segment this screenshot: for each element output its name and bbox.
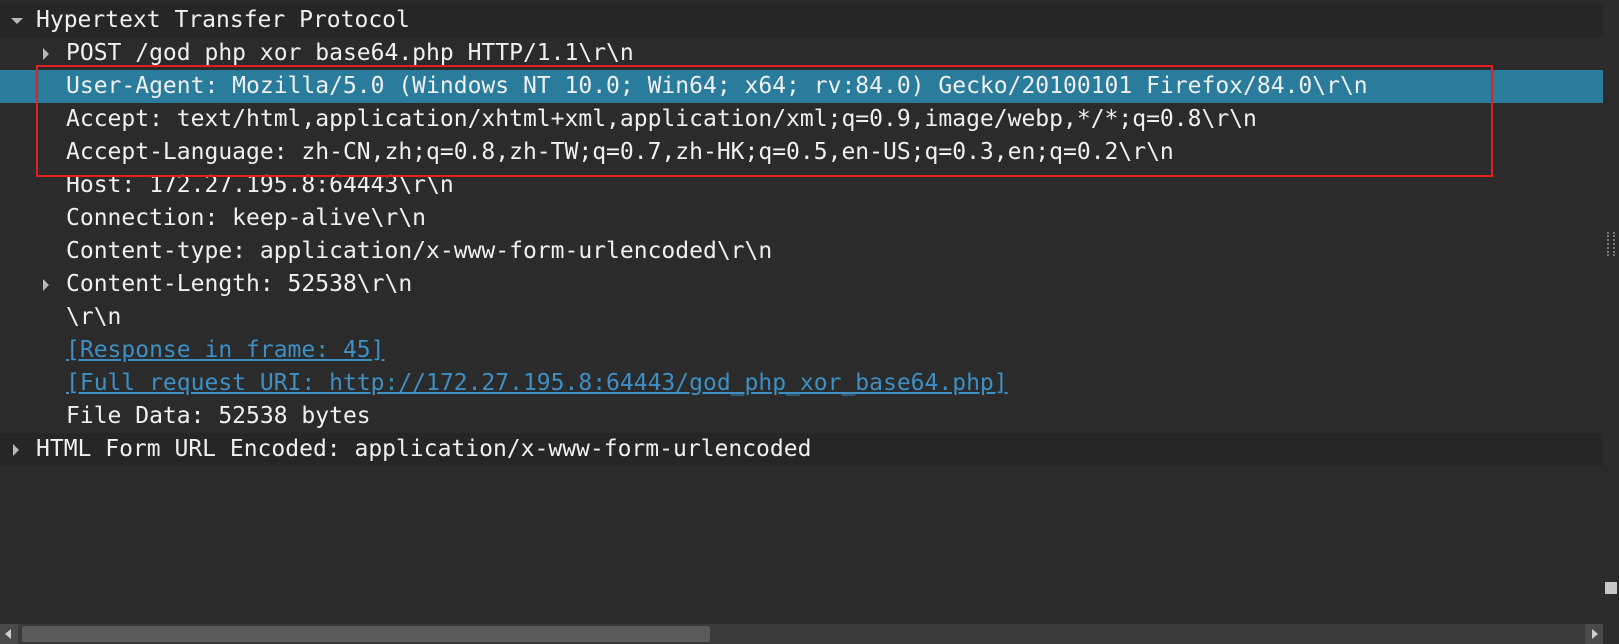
expand-toggle[interactable]	[10, 4, 24, 37]
triangle-right-icon	[43, 48, 49, 60]
response-frame-link[interactable]: [Response in frame: 45]	[66, 334, 385, 367]
horizontal-scrollbar[interactable]	[0, 624, 1603, 644]
red-highlight-box	[36, 65, 1493, 177]
arrow-right-icon	[1592, 629, 1598, 639]
triangle-right-icon	[13, 444, 19, 456]
tree-node-label: HTML Form URL Encoded: application/x-www…	[36, 436, 812, 462]
tree-node-label: File Data: 52538 bytes	[66, 403, 371, 429]
full-request-uri-link[interactable]: [Full request URI: http://172.27.195.8:6…	[66, 367, 1008, 400]
vertical-scrollbar[interactable]	[1603, 0, 1619, 624]
tree-node-file-data[interactable]: File Data: 52538 bytes	[0, 400, 1603, 433]
arrow-left-icon	[5, 629, 11, 639]
triangle-down-icon	[11, 18, 23, 24]
tree-node-content-length[interactable]: Content-Length: 52538\r\n	[0, 268, 1603, 301]
tree-node-label: Connection: keep-alive\r\n	[66, 205, 427, 231]
tree-node-connection[interactable]: Connection: keep-alive\r\n	[0, 202, 1603, 235]
expand-toggle[interactable]	[40, 268, 54, 301]
triangle-right-icon	[43, 279, 49, 291]
tree-node-label: Content-type: application/x-www-form-url…	[66, 238, 773, 264]
scroll-left-button[interactable]	[0, 624, 18, 644]
scrollbar-corner	[1603, 624, 1619, 644]
packet-details-pane[interactable]: Hypertext Transfer Protocol POST /god ph…	[0, 0, 1619, 644]
tree-node-label: \r\n	[66, 304, 122, 330]
tree-node-full-request-uri[interactable]: [Full request URI: http://172.27.195.8:6…	[0, 367, 1603, 400]
scroll-right-button[interactable]	[1585, 624, 1603, 644]
tree-node-label: Hypertext Transfer Protocol	[36, 7, 410, 33]
tree-node-http[interactable]: Hypertext Transfer Protocol	[0, 4, 1603, 37]
tree-node-form-urlencoded[interactable]: HTML Form URL Encoded: application/x-www…	[0, 433, 1603, 466]
tree-node-response-in-frame[interactable]: [Response in frame: 45]	[0, 334, 1603, 367]
tree-node-label: Content-Length: 52538\r\n	[66, 271, 413, 297]
splitter-grip-icon[interactable]	[1607, 232, 1615, 256]
tree-node-content-type[interactable]: Content-type: application/x-www-form-url…	[0, 235, 1603, 268]
horizontal-scroll-thumb[interactable]	[22, 626, 710, 642]
tree-node-crlf[interactable]: \r\n	[0, 301, 1603, 334]
scroll-down-icon[interactable]	[1605, 582, 1617, 594]
expand-toggle[interactable]	[10, 433, 24, 466]
